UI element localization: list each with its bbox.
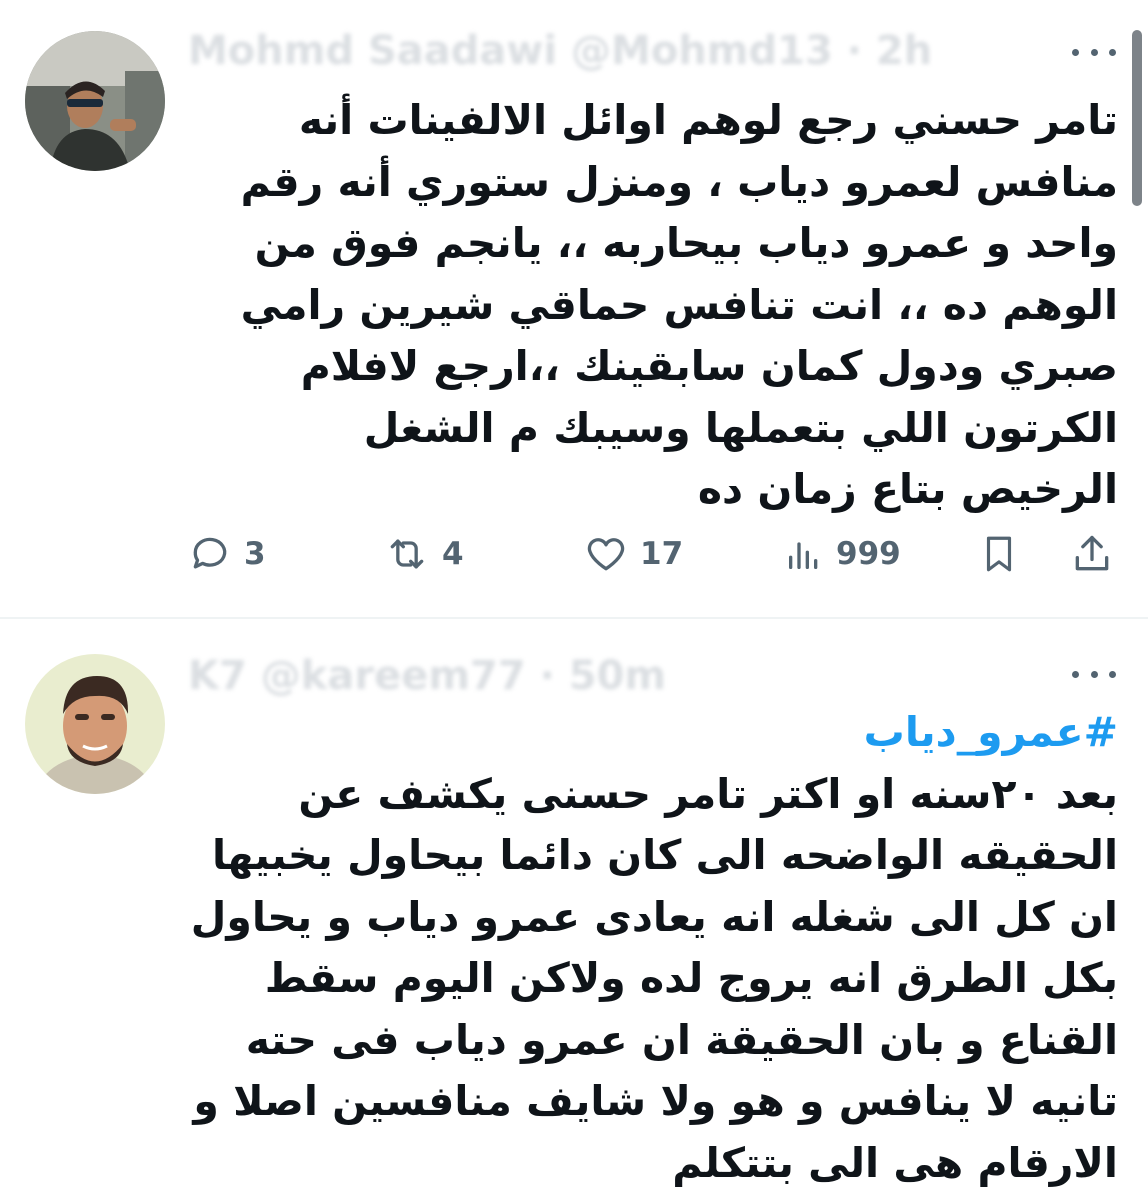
tweet-text-line: القناع و بان الحقيقة ان عمرو دياب فى حته [245, 1015, 1118, 1064]
dot [1109, 48, 1116, 56]
views-icon [789, 542, 818, 569]
like-icon [587, 538, 625, 571]
tweet-text-line: بكل الطرق انه يروج لده ولاكن اليوم سقط [264, 954, 1118, 1002]
tweet-text: #عمرو_دياب بعد ٢٠سنه او اكتر تامر حسنى ي… [180, 702, 1118, 1194]
tweet-text: تامر حسني رجع لوهم اوائل الالفينات أنه م… [180, 90, 1118, 521]
tweet-text-line: واحد و عمرو دياب بيحاربه ،، يانجم فوق من [254, 219, 1118, 267]
reply-icon [193, 537, 227, 569]
tweet-text-line: الارقام هى الى بتتكلم [672, 1138, 1118, 1187]
repost-button[interactable]: 4 [384, 530, 464, 578]
tweet-text-line: منافس لعمرو دياب ، ومنزل ستوري أنه رقم [240, 157, 1118, 206]
bookmark-button[interactable] [978, 530, 1020, 578]
tweet-text-line: صبري ودول كمان سابقينك ،،ارجع لافلام [300, 342, 1118, 390]
tweet-header[interactable]: K7 @kareem77 · 50m [188, 653, 1078, 699]
views-button[interactable]: 999 [784, 530, 901, 578]
share-button[interactable] [1070, 530, 1114, 578]
tweet-text-line: الحقيقه الواضحه الى كان دائما بيحاول يخب… [211, 831, 1118, 879]
hashtag-link[interactable]: #عمرو_دياب [180, 702, 1118, 764]
author-name[interactable]: K7 [188, 653, 247, 699]
tweet[interactable]: Mohmd Saadawi @Mohmd13 · 2h تامر حسني رج… [0, 0, 1148, 618]
author-name[interactable]: Mohmd Saadawi [188, 28, 557, 74]
bookmark-icon [986, 536, 1012, 572]
views-count: 999 [836, 536, 901, 572]
dot [1109, 670, 1116, 678]
separator-dot: · [539, 653, 555, 699]
dot [1072, 670, 1079, 678]
tweet-text-line: تانيه لا ينافس و هو ولا شايف منافسين اصل… [193, 1077, 1118, 1125]
separator-dot: · [846, 28, 862, 74]
repost-count: 4 [442, 536, 464, 572]
tweet-text-line: تامر حسني رجع لوهم اوائل الالفينات أنه [298, 96, 1118, 144]
tweet-text-line: الرخيص بتاع زمان ده [697, 465, 1118, 513]
more-options-icon[interactable] [1072, 42, 1116, 62]
author-handle[interactable]: @kareem77 [261, 653, 526, 699]
like-count: 17 [640, 536, 684, 572]
repost-icon [390, 539, 424, 569]
dot [1090, 48, 1098, 56]
tweet-text-line: بعد ٢٠سنه او اكتر تامر حسنى يكشف عن [298, 769, 1118, 818]
tweet-actions: 3 4 17 999 [188, 530, 1114, 580]
avatar[interactable] [25, 31, 165, 171]
avatar[interactable] [25, 654, 165, 794]
tweet-text-line: الكرتون اللي بتعملها وسيبك م الشغل [363, 403, 1118, 452]
like-button[interactable]: 17 [584, 530, 683, 578]
tweet-text-line: الوهم ده ،، انت تنافس حماقي شيرين رامي [240, 280, 1118, 329]
more-options-icon[interactable] [1072, 664, 1116, 684]
dot [1072, 48, 1079, 56]
tweet-time[interactable]: 2h [876, 28, 932, 74]
tweet-time[interactable]: 50m [569, 653, 666, 699]
tweet-header[interactable]: Mohmd Saadawi @Mohmd13 · 2h [188, 28, 1078, 74]
author-handle[interactable]: @Mohmd13 [571, 28, 833, 74]
tweet[interactable]: K7 @kareem77 · 50m #عمرو_دياب بعد ٢٠سنه … [0, 619, 1148, 1200]
dot [1090, 670, 1098, 678]
tweet-text-line: ان كل الى شغله انه يعادى عمرو دياب و يحا… [190, 892, 1118, 941]
share-icon [1075, 535, 1109, 571]
reply-button[interactable]: 3 [188, 530, 266, 578]
reply-count: 3 [244, 536, 266, 572]
